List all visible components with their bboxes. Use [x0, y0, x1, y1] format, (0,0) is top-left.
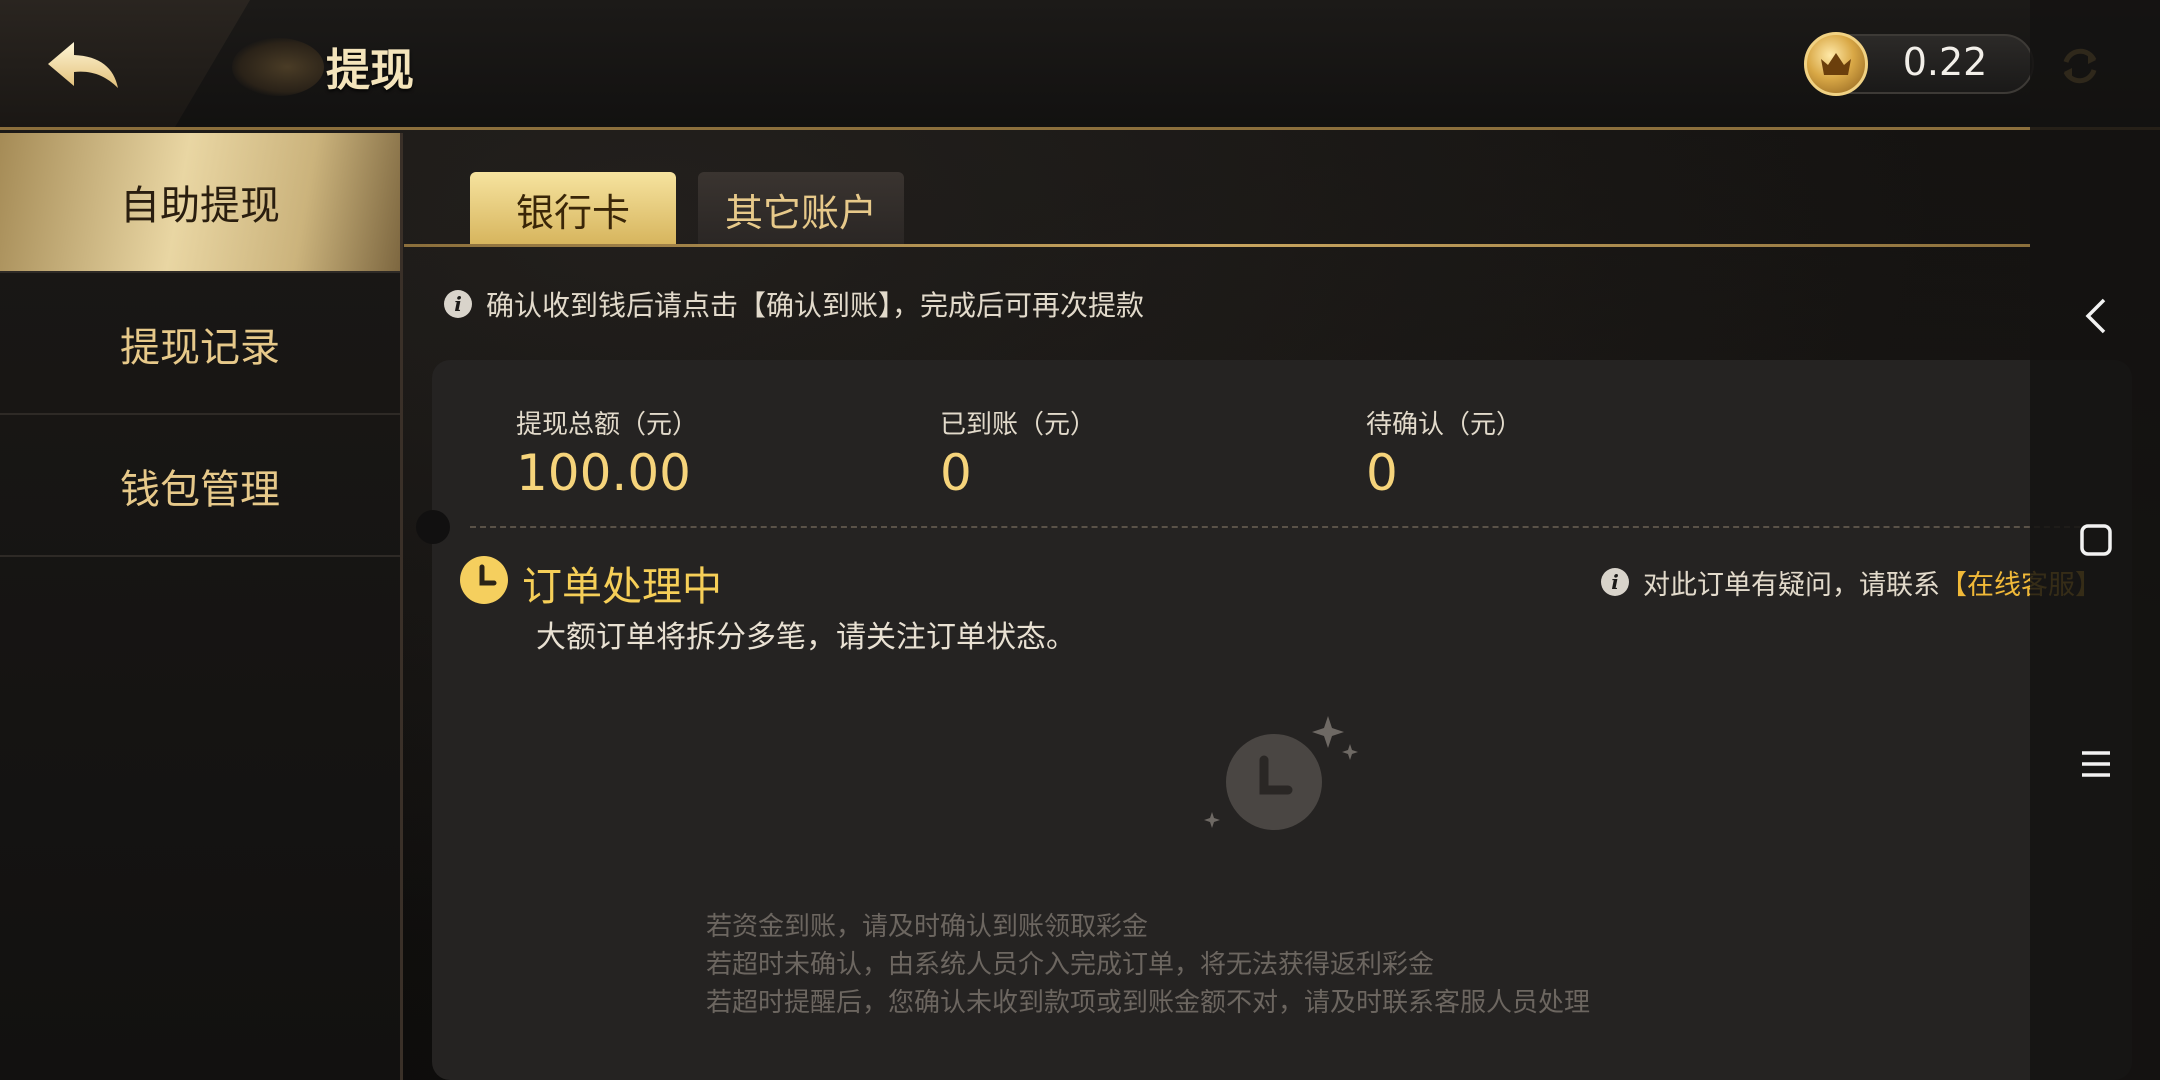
sidebar-item-self-withdraw[interactable]: 自助提现	[0, 133, 400, 273]
stat-pending-value: 0	[1366, 444, 1398, 502]
info-icon: i	[1601, 568, 1629, 596]
tab-underline	[404, 244, 2030, 247]
sidebar-item-label: 自助提现	[120, 183, 280, 229]
square-icon	[2080, 524, 2112, 556]
sidebar-item-label: 钱包管理	[120, 467, 280, 513]
clock-icon	[460, 556, 508, 604]
sidebar-item-label: 提现记录	[120, 325, 280, 371]
help-text: 对此订单有疑问，请联系	[1643, 569, 1940, 601]
hint-line-3: 若超时提醒后，您确认未收到款项或到账金额不对，请及时联系客服人员处理	[706, 988, 1591, 1018]
back-button[interactable]	[44, 38, 124, 92]
sidebar-item-wallet-management[interactable]: 钱包管理	[0, 417, 400, 557]
chevron-left-icon	[2085, 298, 2106, 334]
back-plate	[0, 0, 250, 127]
system-back-button[interactable]	[2076, 296, 2116, 336]
notice-bar: i 确认收到钱后请点击【确认到账】，完成后可再次提款	[444, 286, 1144, 322]
system-menu-button[interactable]	[2076, 744, 2116, 784]
order-status-subtitle: 大额订单将拆分多笔，请关注订单状态。	[536, 620, 1076, 655]
order-status-title: 订单处理中	[522, 564, 722, 610]
title-emblem	[232, 38, 324, 96]
hint-line-1: 若资金到账，请及时确认到账领取彩金	[706, 912, 1149, 942]
hint-line-2: 若超时未确认，由系统人员介入完成订单，将无法获得返利彩金	[706, 950, 1435, 980]
notice-text: 确认收到钱后请点击【确认到账】，完成后可再次提款	[486, 289, 1145, 322]
help-line: i 对此订单有疑问，请联系 【在线客服】	[1601, 564, 2102, 601]
card-notch-left	[416, 510, 450, 544]
tab-bank-card[interactable]: 银行卡	[470, 172, 676, 246]
system-home-button[interactable]	[2076, 520, 2116, 560]
info-icon: i	[444, 290, 472, 318]
top-header: 提现 0.22	[0, 0, 2160, 130]
stat-pending-label: 待确认（元）	[1366, 410, 1523, 440]
stat-total-value: 100.00	[516, 444, 691, 502]
balance-value: 0.22	[1902, 40, 1988, 84]
back-arrow-icon	[48, 42, 118, 88]
menu-icon	[2082, 751, 2110, 777]
crown-coin-icon	[1804, 32, 1868, 96]
stat-received-label: 已到账（元）	[940, 410, 1097, 440]
tab-other-accounts[interactable]: 其它账户	[698, 172, 904, 246]
crown-icon	[1821, 53, 1851, 75]
tab-label: 其它账户	[724, 190, 877, 235]
sidebar-item-withdraw-records[interactable]: 提现记录	[0, 275, 400, 415]
stat-total-label: 提现总额（元）	[516, 410, 699, 440]
pending-clock-illustration	[1198, 716, 1358, 836]
stat-received-value: 0	[940, 444, 972, 502]
page-title: 提现	[326, 45, 414, 96]
dashed-divider	[470, 526, 2090, 528]
tab-label: 银行卡	[515, 190, 630, 235]
